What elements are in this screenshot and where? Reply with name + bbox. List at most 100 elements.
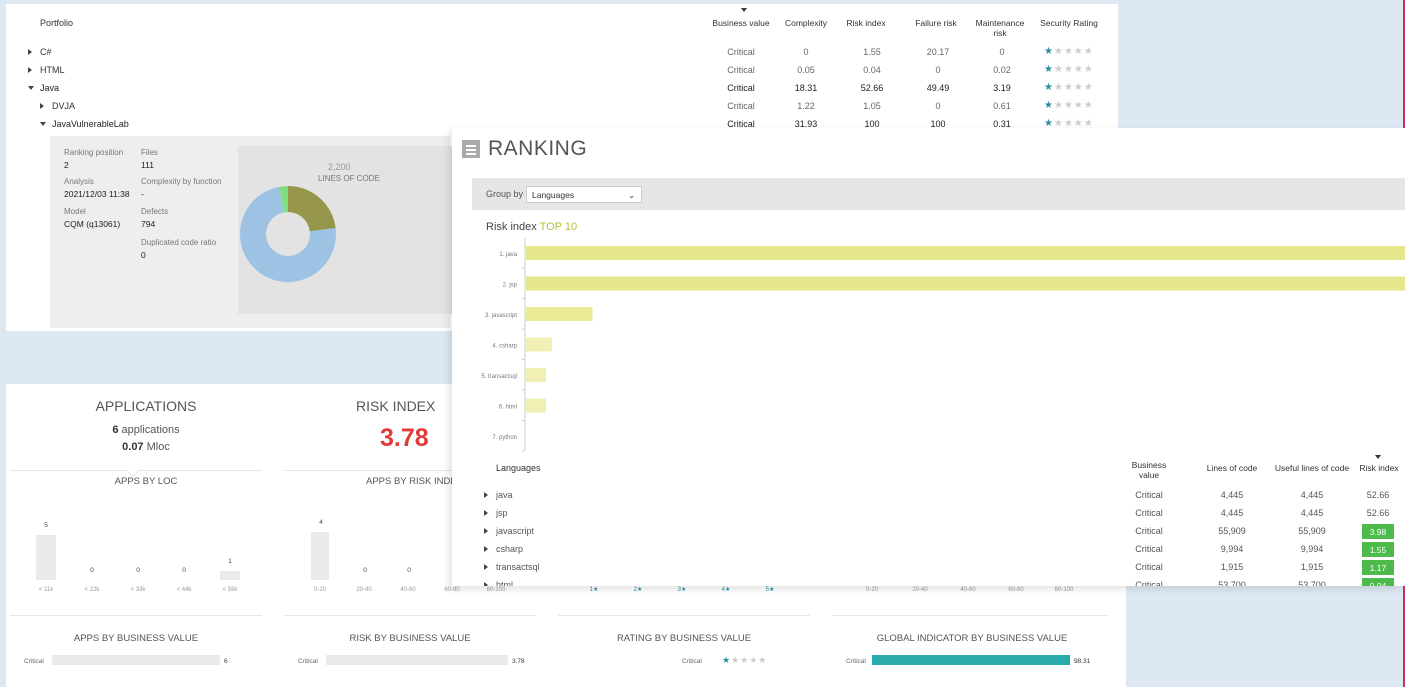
caret-right-icon[interactable] (484, 492, 488, 498)
applications-count: 6 applications (46, 424, 246, 436)
group-by-select[interactable]: Languages ⌄ (526, 186, 642, 203)
global-bv-label: Critical (846, 658, 866, 665)
divider (558, 615, 810, 616)
risk-tick: 60-80 (444, 587, 460, 593)
security-rating-stars: ★★★★★ (1044, 46, 1094, 57)
col-business-value[interactable]: Business value (706, 18, 776, 28)
ranking-row[interactable]: transactsql Critical 1,915 1,915 1.17 (452, 559, 1405, 577)
portfolio-cell: 0 (999, 47, 1005, 57)
category-label: 6. html (499, 405, 517, 411)
portfolio-cell: 0.05 (797, 65, 815, 75)
col-rk-business-value[interactable]: Business value (1124, 460, 1174, 480)
rating-by-bv-title: RATING BY BUSINESS VALUE (616, 633, 752, 644)
donut-slice (288, 186, 336, 232)
loc-bar-count: 0 (90, 567, 94, 574)
portfolio-row[interactable]: HTML Critical 0.05 0.04 0 0.02 ★★★★★ (6, 62, 1118, 80)
caret-right-icon[interactable] (484, 510, 488, 516)
menu-icon[interactable] (462, 140, 480, 158)
divider (284, 470, 454, 471)
complexity-value: - (141, 189, 144, 199)
col-complexity[interactable]: Complexity (778, 18, 834, 28)
col-languages[interactable]: Languages (496, 463, 541, 473)
apps-bv-label: Critical (24, 658, 44, 665)
portfolio-row[interactable]: DVJA Critical 1.22 1.05 0 0.61 ★★★★★ (6, 98, 1118, 116)
ranking-row[interactable]: javascript Critical 55,909 55,909 3.98 (452, 523, 1405, 541)
star-icon: ★ (1083, 100, 1094, 111)
language-loc: 4,445 (1220, 490, 1244, 500)
portfolio-cell: Critical (727, 47, 755, 57)
risk-bar[interactable] (526, 368, 546, 382)
ranking-row[interactable]: csharp Critical 9,994 9,994 1.55 (452, 541, 1405, 559)
star-icon: ★ (1053, 82, 1064, 93)
apps-bv-value: 6 (224, 658, 228, 665)
ranking-row[interactable]: java Critical 4,445 4,445 52.66 (452, 487, 1405, 505)
col-failure-risk[interactable]: Failure risk (908, 18, 964, 28)
risk-bar (311, 532, 329, 580)
security-rating-stars: ★★★★★ (1044, 64, 1094, 75)
caret-right-icon[interactable] (484, 546, 488, 552)
portfolio-cell: Critical (727, 83, 755, 93)
col-risk-index[interactable]: Risk index (838, 18, 894, 28)
caret-right-icon[interactable] (484, 582, 488, 586)
caret-right-icon[interactable] (40, 103, 44, 109)
ranking-row[interactable]: html Critical 53,700 53,700 0.04 (452, 577, 1405, 586)
col-rk-useful-loc[interactable]: Useful lines of code (1262, 463, 1362, 473)
portfolio-cell: Critical (727, 65, 755, 75)
rating-tick: 2★ (633, 587, 643, 593)
category-label: 4. csharp (492, 344, 517, 350)
portfolio-row-name: JavaVulnerableLab (52, 119, 129, 129)
category-label: 7. python (492, 435, 517, 441)
category-label: 2. jsp (503, 283, 518, 289)
risk-bv-bar (326, 655, 508, 665)
star-icon: ★ (1073, 82, 1084, 93)
star-icon: ★ (1063, 82, 1074, 93)
caret-down-icon[interactable] (40, 122, 46, 126)
risk-bar[interactable] (526, 337, 552, 352)
col-maintenance-risk[interactable]: Maintenance risk (972, 18, 1028, 38)
loc-bar-count: 1 (228, 558, 232, 565)
portfolio-row[interactable]: Java Critical 18.31 52.66 49.49 3.19 ★★★★★ (6, 80, 1118, 98)
portfolio-cell: 0 (935, 65, 941, 75)
caret-right-icon[interactable] (28, 67, 32, 73)
col-rk-risk-index[interactable]: Risk index (1354, 463, 1404, 473)
sort-indicator-icon[interactable] (741, 8, 747, 12)
caret-down-icon[interactable] (28, 86, 34, 90)
group-by-value: Languages (532, 190, 575, 200)
ranking-row[interactable]: jsp Critical 4,445 4,445 52.66 (452, 505, 1405, 523)
loc-tick: < 44k (176, 587, 192, 593)
portfolio-cell: 49.49 (926, 83, 950, 93)
portfolio-cell: 18.31 (794, 83, 818, 93)
caret-right-icon[interactable] (28, 49, 32, 55)
rating-bv-stars: ★★★★★ (722, 655, 768, 665)
col-security-rating[interactable]: Security Rating (1036, 18, 1102, 28)
risk-bar[interactable] (526, 307, 593, 321)
portfolio-cell: 52.66 (860, 83, 884, 93)
star-icon: ★ (1073, 46, 1084, 57)
language-bv: Critical (1135, 508, 1163, 518)
caret-right-icon[interactable] (484, 564, 488, 570)
analysis-value: 2021/12/03 11:38 (64, 189, 130, 199)
portfolio-cell: 0 (803, 47, 809, 57)
divider (832, 615, 1108, 616)
language-name: html (496, 580, 514, 586)
mloc-label: Mloc (146, 441, 170, 453)
language-bv: Critical (1135, 580, 1163, 586)
star-icon: ★ (1063, 100, 1074, 111)
app-count-label: applications (121, 424, 180, 436)
language-bv: Critical (1135, 562, 1163, 572)
risk-bar[interactable] (526, 276, 1405, 291)
risk-bar[interactable] (526, 246, 1405, 260)
col-rk-loc[interactable]: Lines of code (1192, 463, 1272, 473)
portfolio-row[interactable]: C# Critical 0 1.55 20.17 0 ★★★★★ (6, 44, 1118, 62)
language-name: csharp (496, 544, 524, 554)
loc-bar (36, 535, 56, 580)
loc-donut-card: 2,200 LINES OF CODE (238, 146, 458, 314)
risk-tick: 20-40 (356, 587, 372, 593)
risk-bar[interactable] (526, 398, 546, 413)
ranking-panel: RANKING Group by Languages ⌄ Risk index T… (452, 128, 1405, 586)
apps-by-loc-title: APPS BY LOC (114, 476, 178, 487)
star-icon: ★ (1063, 64, 1074, 75)
caret-right-icon[interactable] (484, 528, 488, 534)
divider (284, 615, 536, 616)
sort-indicator-icon[interactable] (1375, 455, 1381, 459)
